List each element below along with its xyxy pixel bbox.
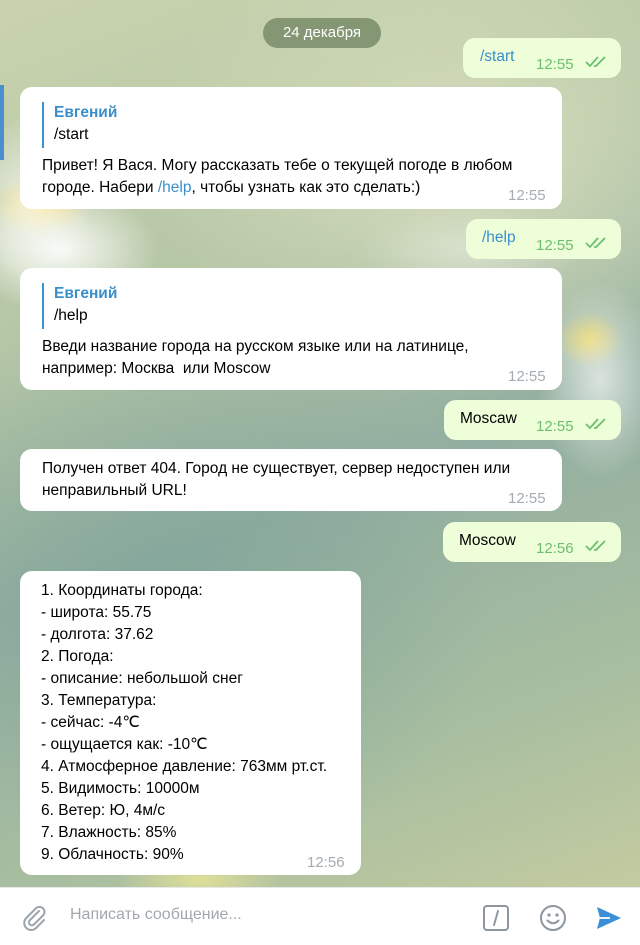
message-text: Привет! Я Вася. Могу рассказать тебе о т… bbox=[42, 155, 554, 199]
report-line: 7. Влажность: 85% bbox=[41, 824, 177, 841]
read-checkmarks-icon bbox=[585, 540, 606, 552]
message-time: 12:56 bbox=[307, 854, 345, 871]
report-line: 1. Координаты города: bbox=[41, 582, 203, 599]
incoming-message[interactable]: 1. Координаты города: - широта: 55.75 - … bbox=[20, 571, 361, 875]
message-time: 12:55 bbox=[508, 368, 546, 385]
help-link[interactable]: /help bbox=[158, 179, 192, 196]
report-line: 6. Ветер: Ю, 4м/с bbox=[41, 802, 166, 819]
incoming-message[interactable]: Получен ответ 404. Город не существует, … bbox=[20, 449, 562, 511]
read-checkmarks-icon bbox=[585, 56, 606, 68]
message-input[interactable]: Написать сообщение... bbox=[70, 906, 242, 924]
send-icon[interactable] bbox=[594, 903, 624, 933]
report-line: 4. Атмосферное давление: 763мм рт.ст. bbox=[41, 758, 328, 775]
message-text: Moscow bbox=[459, 532, 516, 549]
message-time: 12:55 bbox=[536, 56, 574, 73]
message-text-part: , чтобы узнать как это сделать:) bbox=[191, 179, 421, 196]
message-time: 12:55 bbox=[508, 490, 546, 507]
report-line: - описание: небольшой снег bbox=[41, 670, 243, 687]
outgoing-message[interactable]: /start 12:55 bbox=[463, 38, 621, 78]
message-text: Получен ответ 404. Город не существует, … bbox=[42, 460, 515, 499]
report-line: - широта: 55.75 bbox=[41, 604, 152, 621]
report-line: 2. Погода: bbox=[41, 648, 114, 665]
quote-text: /start bbox=[54, 126, 89, 143]
command-slash-icon[interactable] bbox=[482, 904, 510, 932]
report-line: 3. Температура: bbox=[41, 692, 157, 709]
message-time: 12:55 bbox=[508, 187, 546, 204]
message-time: 12:55 bbox=[536, 418, 574, 435]
quote-author: Евгений bbox=[54, 104, 118, 121]
incoming-message[interactable]: Евгений /start Привет! Я Вася. Могу расс… bbox=[20, 87, 562, 209]
reply-quote[interactable]: Евгений /help bbox=[42, 283, 117, 329]
report-line: - сейчас: -4℃ bbox=[41, 714, 140, 731]
quote-author: Евгений bbox=[54, 285, 118, 302]
message-text[interactable]: /help bbox=[482, 227, 516, 249]
outgoing-message[interactable]: Moscow 12:56 bbox=[443, 522, 621, 562]
quote-text: /help bbox=[54, 307, 88, 324]
report-line: - ощущается как: -10℃ bbox=[41, 736, 208, 753]
outgoing-message[interactable]: Moscaw 12:55 bbox=[444, 400, 621, 440]
paperclip-icon[interactable] bbox=[20, 904, 48, 932]
message-text[interactable]: /start bbox=[480, 46, 514, 68]
report-line: 5. Видимость: 10000м bbox=[41, 780, 200, 797]
message-composer: Написать сообщение... bbox=[0, 887, 640, 945]
message-text: 1. Координаты города: - широта: 55.75 - … bbox=[41, 580, 356, 866]
read-checkmarks-icon bbox=[585, 418, 606, 430]
incoming-message[interactable]: Евгений /help Введи название города на р… bbox=[20, 268, 562, 390]
report-line: - долгота: 37.62 bbox=[41, 626, 154, 643]
emoji-icon[interactable] bbox=[538, 903, 568, 933]
message-text: Введи название города на русском языке и… bbox=[42, 338, 473, 377]
message-time: 12:56 bbox=[536, 540, 574, 557]
read-checkmarks-icon bbox=[585, 237, 606, 249]
message-time: 12:55 bbox=[536, 237, 574, 254]
message-text: Moscaw bbox=[460, 410, 517, 427]
window-edge-indicator bbox=[0, 85, 4, 160]
outgoing-message[interactable]: /help 12:55 bbox=[466, 219, 621, 259]
reply-quote[interactable]: Евгений /start bbox=[42, 102, 117, 148]
date-divider: 24 декабря bbox=[263, 18, 381, 48]
